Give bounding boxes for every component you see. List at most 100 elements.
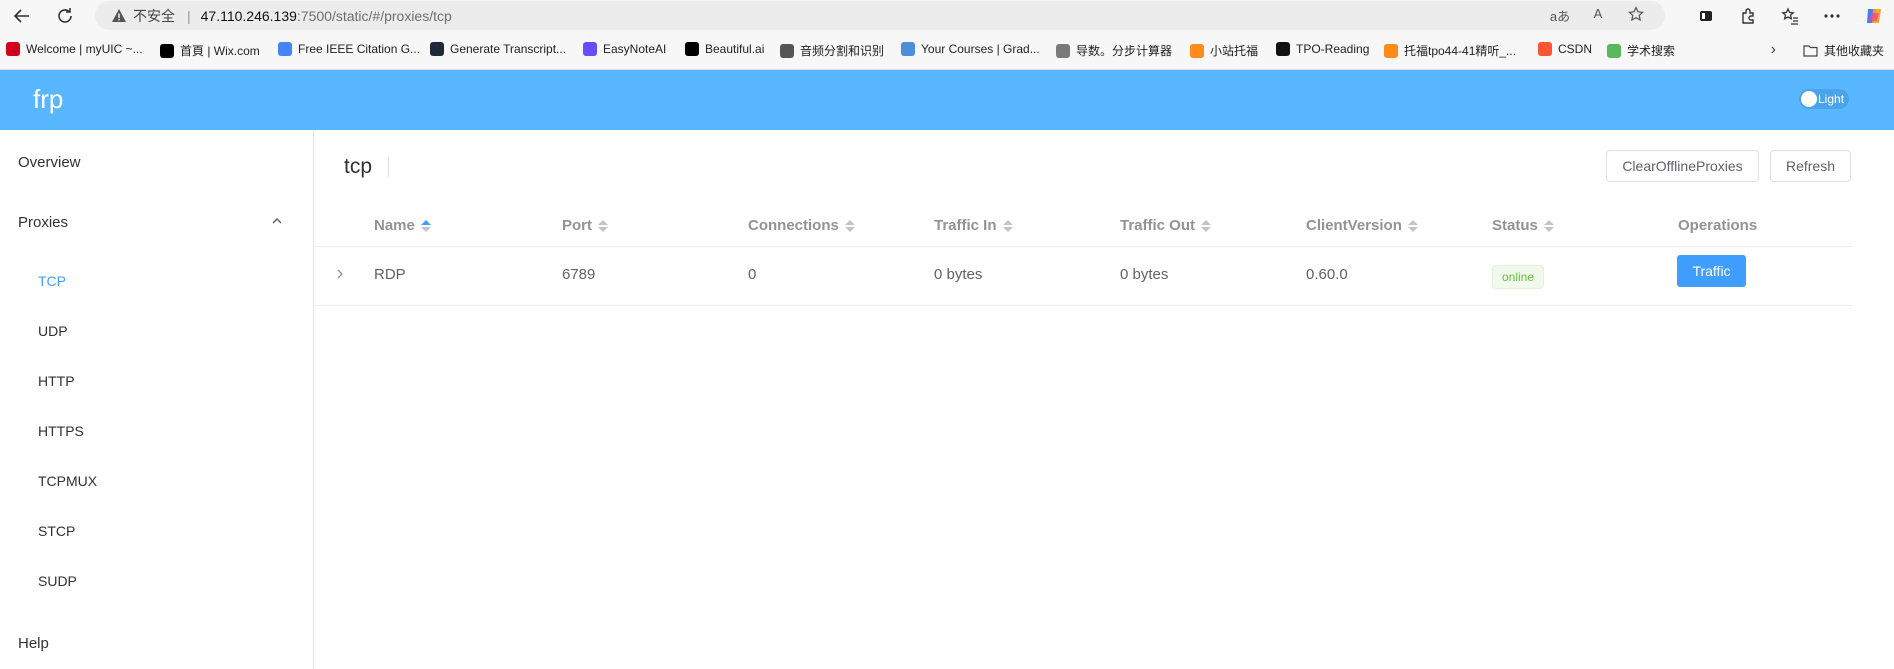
back-icon[interactable]: [10, 4, 34, 28]
column-port[interactable]: Port: [562, 217, 608, 234]
bookmark-label: 托福tpo44-41精听_...: [1404, 44, 1517, 58]
bookmark-label: 首頁 | Wix.com: [180, 44, 260, 58]
star-icon[interactable]: [1625, 6, 1647, 25]
title-divider: [388, 157, 389, 177]
refresh-button[interactable]: Refresh: [1770, 150, 1851, 182]
browser-toolbar: 不安全 | 47.110.246.139:7500/static/#/proxi…: [0, 0, 1894, 31]
cell-client-version: 0.60.0: [1306, 266, 1348, 283]
bookmark-icon: [278, 42, 292, 56]
column-traffic-in[interactable]: Traffic In: [934, 217, 1013, 234]
theme-label: Light: [1818, 92, 1845, 106]
sort-icon[interactable]: [598, 219, 608, 232]
chevron-right-icon[interactable]: ›: [1771, 41, 1776, 59]
sort-icon[interactable]: [1543, 219, 1554, 232]
bookmark-item[interactable]: 学术搜索: [1607, 42, 1675, 59]
sort-icon[interactable]: [1002, 219, 1013, 232]
bookmark-label: Generate Transcript...: [450, 42, 567, 56]
sidebar-item-https[interactable]: HTTPS: [38, 423, 84, 439]
sidebar-item-proxies[interactable]: Proxies: [18, 214, 68, 231]
address-bar[interactable]: 不安全 | 47.110.246.139:7500/static/#/proxi…: [95, 1, 1665, 30]
more-icon[interactable]: [1820, 4, 1844, 28]
bookmark-item[interactable]: 托福tpo44-41精听_...: [1384, 42, 1516, 59]
sort-icon[interactable]: [420, 219, 431, 232]
sidebar-item-tcpmux[interactable]: TCPMUX: [38, 473, 97, 489]
column-label: Port: [562, 217, 592, 234]
sym-icon: [1056, 43, 1070, 58]
status-badge: online: [1492, 265, 1545, 289]
sidebar-item-tcp[interactable]: TCP: [38, 273, 66, 289]
read-aloud-icon[interactable]: A: [1587, 6, 1609, 25]
column-label: Traffic In: [934, 217, 997, 234]
bookmark-item[interactable]: EasyNoteAI: [583, 42, 666, 56]
bookmark-item[interactable]: Free IEEE Citation G...: [278, 42, 420, 56]
column-name[interactable]: Name: [374, 217, 431, 234]
bookmark-label: 导数。分步计算器: [1076, 44, 1173, 58]
column-label: Connections: [748, 217, 839, 234]
other-bookmarks-folder[interactable]: 其他收藏夹: [1803, 42, 1884, 59]
column-operations: Operations: [1678, 217, 1757, 234]
main-content: tcp ClearOfflineProxies Refresh Name Por…: [314, 130, 1894, 669]
bookmark-item[interactable]: 音频分割和识别: [780, 42, 884, 59]
tf-icon: [1384, 43, 1398, 58]
column-status[interactable]: Status: [1492, 217, 1554, 234]
url-path: :7500/static/#/proxies/tcp: [296, 7, 452, 24]
favorites-icon[interactable]: [1778, 4, 1802, 28]
column-connections[interactable]: Connections: [748, 217, 855, 234]
bookmark-item[interactable]: CSDN: [1538, 42, 1592, 56]
bookmark-label: EasyNoteAI: [603, 42, 667, 56]
column-label: Status: [1492, 217, 1538, 234]
b.-icon: [685, 42, 699, 56]
tab-actions-icon[interactable]: [1694, 4, 1718, 28]
warning-icon: [112, 8, 126, 22]
page-title: tcp: [344, 155, 373, 178]
C-icon: [1538, 42, 1552, 56]
copilot-icon[interactable]: [1862, 4, 1886, 28]
bookmark-item[interactable]: Your Courses | Grad...: [901, 42, 1040, 56]
security-label[interactable]: 不安全: [133, 6, 175, 26]
expand-row-icon[interactable]: [334, 268, 346, 280]
sort-icon[interactable]: [1201, 219, 1212, 232]
app-logo[interactable]: frp: [33, 84, 63, 115]
bookmark-item[interactable]: 首頁 | Wix.com: [160, 42, 260, 59]
toggle-knob: [1801, 91, 1817, 107]
bookmark-label: CSDN: [1558, 42, 1593, 56]
cell-name: RDP: [374, 266, 406, 283]
cell-traffic-out: 0 bytes: [1120, 266, 1169, 283]
sidebar-item-overview[interactable]: Overview: [18, 154, 81, 171]
bookmark-label: Welcome | myUIC ~...: [26, 42, 143, 56]
reload-icon[interactable]: [53, 4, 77, 28]
column-traffic-out[interactable]: Traffic Out: [1120, 217, 1212, 234]
sidebar-item-sudp[interactable]: SUDP: [38, 573, 77, 589]
sidebar-item-help[interactable]: Help: [18, 635, 49, 652]
bookmark-item[interactable]: TPO-Reading: [1276, 42, 1369, 56]
bookmark-item[interactable]: Generate Transcript...: [430, 42, 566, 56]
traffic-button[interactable]: Traffic: [1677, 255, 1746, 287]
sidebar-item-stcp[interactable]: STCP: [38, 523, 75, 539]
bookmark-item[interactable]: Welcome | myUIC ~...: [6, 42, 143, 56]
theme-toggle[interactable]: Light: [1799, 89, 1849, 109]
column-client-version[interactable]: ClientVersion: [1306, 217, 1418, 234]
column-label: Operations: [1678, 217, 1758, 234]
bookmark-label: Free IEEE Citation G...: [298, 42, 421, 56]
bookmark-item[interactable]: Beautiful.ai: [685, 42, 764, 56]
bookmark-item[interactable]: 导数。分步计算器: [1056, 42, 1172, 59]
column-label: Traffic Out: [1120, 217, 1196, 234]
bookmarks-bar: 其他收藏夹 › Welcome | myUIC ~... 首頁 | Wix.com…: [0, 31, 1894, 70]
tpo-icon: [1276, 42, 1290, 56]
chevron-up-icon[interactable]: [271, 215, 283, 227]
uic-icon: [6, 42, 20, 56]
sidebar-item-udp[interactable]: UDP: [38, 323, 68, 339]
url-host: 47.110.246.139: [200, 7, 297, 24]
clear-offline-proxies-button[interactable]: ClearOfflineProxies: [1606, 150, 1759, 182]
bookmark-item[interactable]: 小站托福: [1190, 42, 1258, 59]
easynote-icon: [583, 42, 597, 56]
folder-icon: [780, 43, 794, 58]
column-label: Name: [374, 217, 415, 234]
sidebar-item-http[interactable]: HTTP: [38, 373, 75, 389]
sort-icon[interactable]: [844, 219, 855, 232]
xz-icon: [1190, 43, 1204, 58]
app-header: frp Light: [0, 70, 1894, 130]
extensions-icon[interactable]: [1736, 4, 1760, 28]
sort-icon[interactable]: [1407, 219, 1418, 232]
translate-icon[interactable]: aあ: [1549, 6, 1571, 25]
